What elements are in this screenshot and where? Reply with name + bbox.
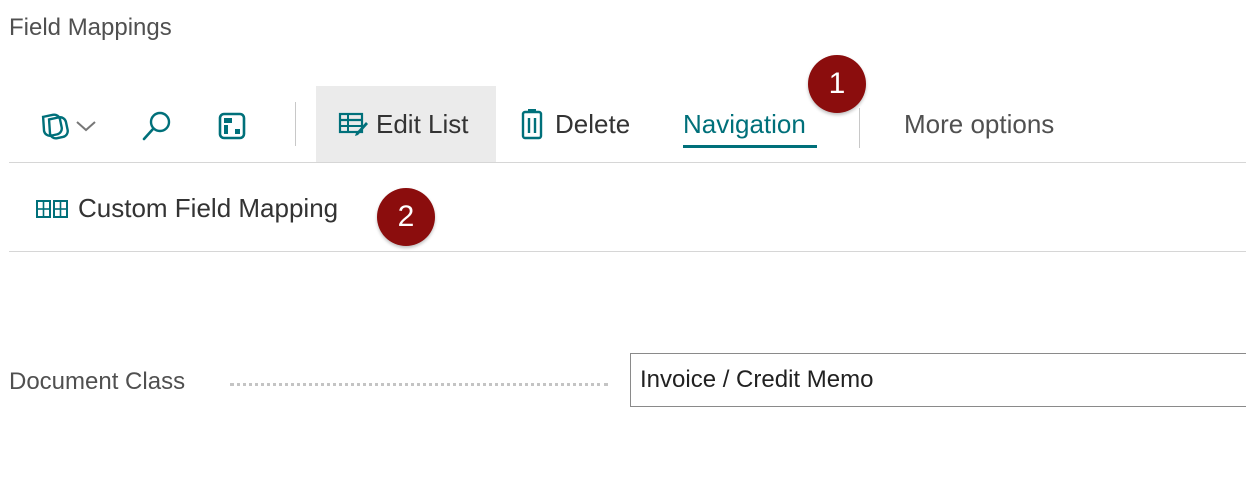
custom-field-mapping-label: Custom Field Mapping — [78, 193, 339, 223]
more-options-label: More options — [904, 108, 1055, 139]
document-class-field[interactable] — [630, 353, 1246, 407]
tab-navigation[interactable]: Navigation — [683, 86, 806, 162]
table-icon — [218, 112, 246, 140]
custom-field-mapping-button[interactable]: Custom Field Mapping — [36, 193, 338, 224]
page-title: Field Mappings — [9, 14, 172, 41]
search-icon — [142, 111, 171, 141]
navigation-label: Navigation — [683, 108, 806, 139]
delete-label: Delete — [555, 108, 631, 139]
edit-table-icon — [338, 112, 368, 136]
document-class-label: Document Class — [9, 368, 186, 395]
delete-button[interactable]: Delete — [521, 86, 630, 162]
field-leader-dots — [230, 383, 608, 386]
field-mapping-icon — [36, 199, 68, 218]
navigation-submenu: Custom Field Mapping — [9, 163, 1246, 252]
toolbar-divider — [295, 102, 296, 146]
layout-button[interactable] — [212, 108, 252, 144]
chevron-down-icon — [76, 121, 96, 132]
document-copy-icon — [41, 113, 69, 140]
edit-list-label: Edit List — [376, 108, 469, 139]
toolbar-divider — [859, 108, 860, 148]
search-button[interactable] — [137, 108, 177, 144]
action-toolbar: Edit List Delete Navigation More options — [9, 86, 1246, 163]
callout-badge-1: 1 — [808, 55, 866, 113]
edit-list-button[interactable]: Edit List — [316, 86, 496, 162]
view-mode-button[interactable] — [31, 108, 103, 144]
active-tab-indicator — [683, 145, 817, 148]
more-options-button[interactable]: More options — [904, 86, 1054, 162]
callout-badge-2: 2 — [377, 188, 435, 246]
trash-icon — [521, 109, 543, 140]
